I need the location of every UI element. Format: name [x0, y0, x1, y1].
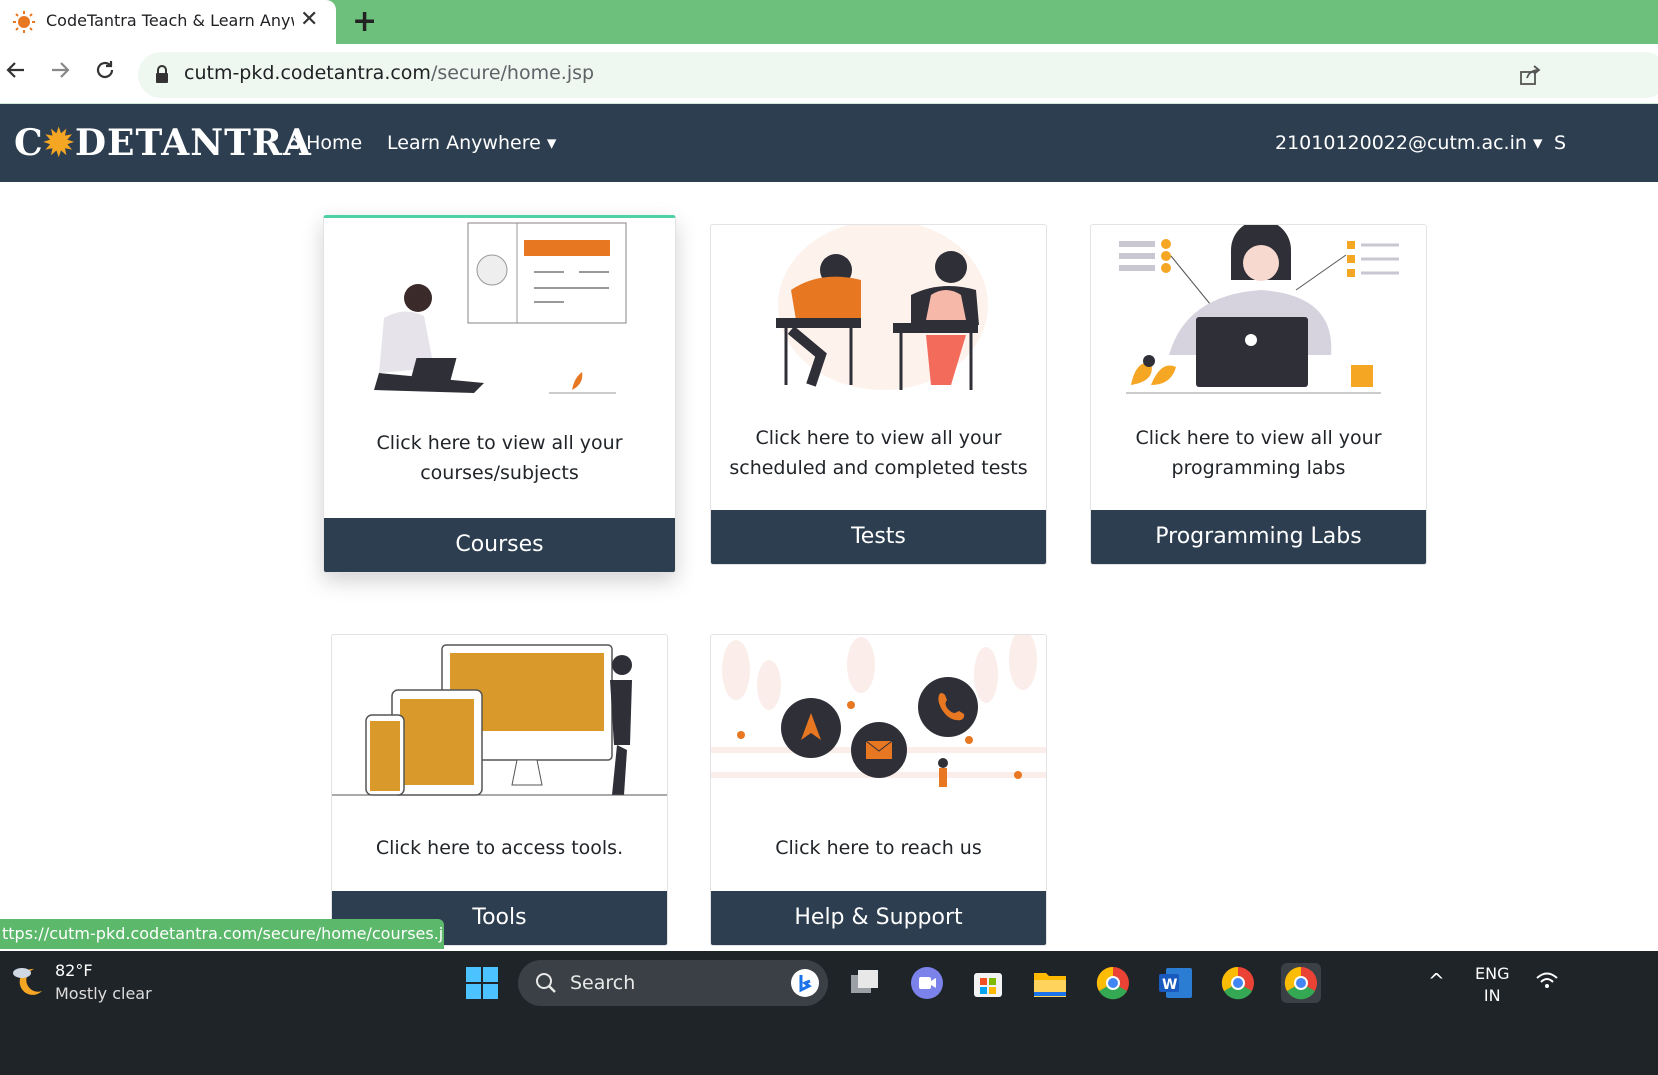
tests-illustration: [776, 225, 988, 390]
tray-chevron-up-icon[interactable]: ^: [1428, 969, 1445, 993]
tests-desc-line1: Click here to view all your: [755, 427, 1002, 449]
teams-chat-icon[interactable]: [907, 963, 947, 1003]
home-icon: ⌂: [288, 132, 301, 154]
browser-tab[interactable]: CodeTantra Teach & Learn Anywhere ✕: [0, 0, 336, 44]
browser-toolbar: cutm-pkd.codetantra.com/secure/home.jsp: [0, 44, 1658, 104]
microsoft-store-icon[interactable]: [968, 963, 1008, 1003]
programming-labs-button[interactable]: Programming Labs: [1091, 510, 1426, 564]
back-arrow-icon[interactable]: [4, 58, 28, 89]
tools-desc-line1: Click here to access tools.: [375, 837, 624, 859]
courses-button[interactable]: Courses: [324, 518, 675, 572]
tests-button[interactable]: Tests: [711, 510, 1046, 564]
link-status-bar: ttps://cutm-pkd.codetantra.com/secure/ho…: [0, 919, 444, 949]
bing-icon[interactable]: [790, 968, 820, 1002]
svg-text:W: W: [1162, 977, 1177, 993]
help-support-button[interactable]: Help & Support: [711, 891, 1046, 945]
address-bar[interactable]: cutm-pkd.codetantra.com/secure/home.jsp: [138, 52, 1658, 98]
codetantra-logo[interactable]: C✹DETANTRA: [14, 122, 312, 164]
programming-labs-card[interactable]: Click here to view all your programming l…: [1090, 224, 1427, 565]
courses-desc-line1: Click here to view all your: [376, 432, 623, 454]
weather-moon-icon[interactable]: [10, 963, 46, 1003]
new-tab-button[interactable]: +: [352, 4, 377, 39]
share-icon[interactable]: [1518, 63, 1542, 91]
chrome-profile-2-icon[interactable]: [1218, 963, 1258, 1003]
programming-labs-desc-line1: Click here to view all your: [1135, 427, 1382, 449]
word-icon[interactable]: W: [1156, 963, 1196, 1003]
taskbar-search-box[interactable]: Search: [518, 960, 828, 1006]
nav-learn-anywhere-dropdown[interactable]: Learn Anywhere ▾: [387, 132, 556, 154]
chrome-profile-1-icon[interactable]: [1093, 963, 1133, 1003]
wifi-icon[interactable]: [1535, 971, 1559, 995]
chrome-profile-3-icon[interactable]: [1281, 963, 1321, 1003]
tests-desc-line2: scheduled and completed tests: [729, 457, 1028, 479]
help-support-desc-line1: Click here to reach us: [775, 837, 982, 859]
windows-start-icon[interactable]: [462, 963, 502, 1003]
tools-illustration: [332, 644, 667, 796]
language-indicator[interactable]: ENG IN: [1475, 963, 1509, 1007]
tab-title: CodeTantra Teach & Learn Anywhere: [46, 11, 294, 30]
tab-close-icon[interactable]: ✕: [300, 7, 318, 32]
windows-taskbar: 82°F Mostly clear Search W ^ ENG IN: [0, 951, 1658, 1075]
weather-description[interactable]: Mostly clear: [55, 984, 152, 1003]
help-support-illustration: [711, 635, 1046, 805]
search-icon: [534, 971, 558, 999]
forward-arrow-icon[interactable]: [48, 58, 72, 89]
weather-temperature[interactable]: 82°F: [55, 961, 93, 980]
courses-illustration: [374, 222, 627, 394]
url-text: cutm-pkd.codetantra.com/secure/home.jsp: [184, 62, 595, 84]
lock-icon[interactable]: [154, 65, 170, 89]
tools-card[interactable]: Click here to access tools. Tools: [331, 634, 668, 946]
help-support-card[interactable]: Click here to reach us Help & Support: [710, 634, 1047, 946]
reload-icon[interactable]: [93, 58, 117, 89]
task-view-icon[interactable]: [845, 963, 885, 1003]
search-label: Search: [570, 972, 636, 994]
programming-labs-desc-line2: programming labs: [1171, 457, 1346, 479]
user-account-dropdown[interactable]: 21010120022@cutm.ac.in ▾: [1275, 132, 1542, 154]
nav-home-link[interactable]: ⌂ Home: [288, 132, 362, 154]
browser-tab-strip: CodeTantra Teach & Learn Anywhere ✕ +: [0, 0, 1658, 44]
courses-card[interactable]: Click here to view all your courses/subje…: [323, 215, 676, 573]
courses-desc-line2: courses/subjects: [420, 462, 579, 484]
tests-card[interactable]: Click here to view all your scheduled and…: [710, 224, 1047, 565]
nav-truncated-item[interactable]: S: [1554, 132, 1566, 154]
codetantra-favicon-icon: [12, 10, 36, 38]
file-explorer-icon[interactable]: [1030, 963, 1070, 1003]
programming-labs-illustration: [1119, 225, 1399, 394]
app-navbar: C✹DETANTRA ⌂ Home Learn Anywhere ▾ 21010…: [0, 104, 1658, 182]
